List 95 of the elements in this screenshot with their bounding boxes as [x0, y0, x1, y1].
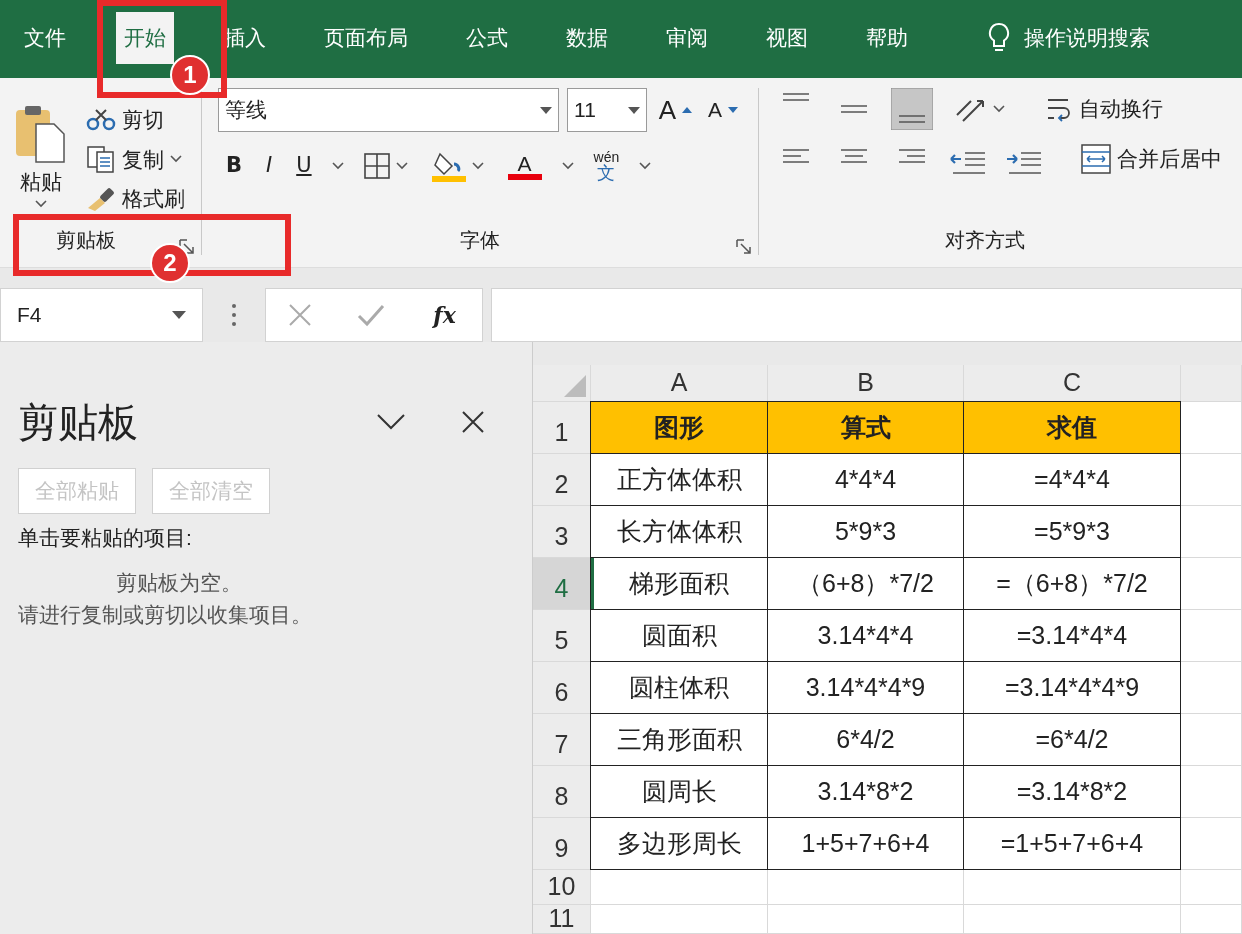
ribbon-tab[interactable]: 开始 [116, 12, 174, 64]
dropdown-arrow-icon[interactable] [172, 311, 186, 319]
row-header[interactable]: 5 [533, 610, 591, 662]
header-cell: 图形 [590, 401, 768, 454]
copy-icon [86, 145, 116, 174]
brush-icon [86, 185, 116, 212]
up-triangle-icon [682, 107, 692, 113]
empty-message: 请进行复制或剪切以收集项目。 [18, 601, 313, 628]
row-header[interactable]: 2 [533, 454, 591, 506]
more-options-icon[interactable] [231, 303, 237, 327]
formula-field[interactable] [491, 288, 1242, 342]
lightbulb-icon[interactable] [988, 22, 1010, 54]
color-bar-icon [507, 173, 542, 180]
phonetic-button[interactable]: wén 文 [589, 148, 624, 184]
column-header[interactable]: C [964, 365, 1181, 402]
row-header[interactable]: 7 [533, 714, 591, 766]
cut-button[interactable]: 剪切 [82, 102, 189, 138]
table-cell [1181, 506, 1242, 558]
instruction-text: 单击要粘贴的项目: [18, 524, 193, 551]
field-value: 等线 [225, 97, 267, 124]
caret-icon[interactable] [395, 162, 408, 170]
row-header[interactable]: 1 [533, 402, 591, 454]
grow-font-button[interactable]: A [654, 88, 696, 132]
down-triangle-icon [728, 107, 738, 113]
bold-button[interactable]: B [222, 148, 246, 184]
table-cell [1181, 870, 1242, 905]
font-color-button[interactable]: A [503, 150, 546, 182]
ribbon-tab[interactable]: 数据 [558, 12, 616, 64]
underline-button[interactable]: U [292, 148, 316, 184]
bottom-align-icon[interactable] [891, 88, 933, 130]
row-header[interactable]: 6 [533, 662, 591, 714]
ribbon-tab[interactable]: 视图 [758, 12, 816, 64]
row-header[interactable]: 8 [533, 766, 591, 818]
copy-button[interactable]: 复制 [82, 141, 189, 177]
table-cell [1181, 662, 1242, 714]
caret-icon[interactable] [35, 199, 47, 208]
table-cell: 多边形周长 [590, 817, 768, 870]
column-header[interactable]: A [591, 365, 768, 402]
table-cell [1181, 558, 1242, 610]
wrap-text-button[interactable]: 自动换行 [1041, 91, 1167, 127]
caret-icon[interactable] [561, 162, 574, 170]
dropdown-arrow-icon[interactable] [627, 106, 640, 114]
caret-icon[interactable] [331, 162, 344, 170]
format-painter-button[interactable]: 格式刷 [82, 181, 189, 217]
italic-button[interactable]: I [262, 148, 277, 184]
table-cell [1181, 454, 1242, 506]
close-icon[interactable] [462, 411, 484, 433]
header-cell: 算式 [767, 401, 964, 454]
paint-bucket-icon [431, 150, 466, 182]
row-header[interactable]: 3 [533, 506, 591, 558]
check-icon[interactable] [356, 303, 385, 327]
table-cell: =1+5+7+6+4 [963, 817, 1181, 870]
name-box[interactable]: F4 [0, 288, 203, 342]
table-cell [1181, 610, 1242, 662]
ribbon-tab[interactable]: 帮助 [858, 12, 916, 64]
table-cell [1181, 714, 1242, 766]
dropdown-arrow-icon[interactable] [540, 106, 553, 114]
launcher-icon[interactable] [736, 239, 752, 255]
caret-icon[interactable] [639, 162, 652, 170]
empty-message: 剪贴板为空。 [115, 570, 243, 596]
caret-icon[interactable] [471, 162, 484, 170]
paste-button[interactable]: 粘贴 [8, 102, 74, 217]
group-label: 剪贴板 [55, 228, 116, 253]
grid-icon [363, 153, 390, 179]
insert-function-button[interactable]: fx [429, 296, 460, 334]
row-header[interactable]: 10 [533, 870, 591, 905]
row-header[interactable]: 9 [533, 818, 591, 870]
field-value: F4 [17, 302, 42, 329]
caret-icon[interactable] [993, 105, 1005, 113]
launcher-icon[interactable] [179, 239, 195, 255]
table-cell [1181, 766, 1242, 818]
caret-icon[interactable] [170, 155, 182, 164]
merge-center-button[interactable]: 合并后居中 [1077, 141, 1226, 177]
font-size-field[interactable]: 11 [567, 88, 647, 132]
table-cell [1181, 905, 1242, 934]
merge-cells-icon [1081, 144, 1111, 174]
row-header[interactable]: 4 [533, 558, 591, 610]
group-label: 对齐方式 [945, 228, 1025, 253]
ribbon-tab[interactable]: 文件 [16, 12, 74, 64]
search-prompt[interactable]: 操作说明搜索 [1024, 22, 1150, 54]
column-header[interactable]: B [768, 365, 964, 402]
group-label: 字体 [460, 228, 500, 253]
ribbon-tab[interactable]: 审阅 [658, 12, 716, 64]
ribbon-tab[interactable]: 公式 [458, 12, 516, 64]
shrink-font-button[interactable]: A [704, 92, 742, 128]
header-cell: 求值 [963, 401, 1181, 454]
scissors-icon [86, 108, 116, 131]
table-cell [1181, 818, 1242, 870]
field-value: 11 [574, 97, 596, 124]
pane-title: 剪贴板 [18, 399, 139, 446]
font-name-field[interactable]: 等线 [218, 88, 560, 132]
ribbon-tab[interactable]: 页面布局 [316, 12, 416, 64]
row-header[interactable]: 11 [533, 905, 591, 934]
table-cell [1181, 402, 1242, 454]
chevron-down-icon[interactable] [376, 413, 406, 431]
